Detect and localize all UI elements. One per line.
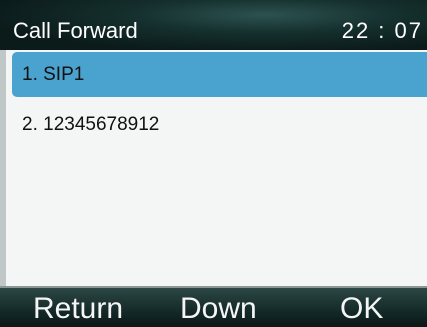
list-item-number[interactable]: 2. 12345678912	[12, 102, 427, 147]
softkey-bar: Return Down OK	[0, 288, 427, 327]
list-item-label: 1. SIP1	[22, 64, 85, 85]
list-item-sip1[interactable]: 1. SIP1	[12, 52, 427, 97]
phone-screen: Call Forward 22 : 07 1. SIP1 2. 12345678…	[0, 0, 427, 327]
clock: 22 : 07	[341, 18, 423, 43]
ok-button[interactable]: OK	[340, 291, 383, 327]
page-title: Call Forward	[13, 18, 138, 43]
down-button[interactable]: Down	[180, 291, 257, 327]
return-button[interactable]: Return	[33, 291, 123, 327]
list-item-label: 2. 12345678912	[22, 114, 160, 135]
forward-list: 1. SIP1 2. 12345678912	[0, 50, 427, 286]
status-bar: Call Forward 22 : 07	[0, 0, 427, 50]
